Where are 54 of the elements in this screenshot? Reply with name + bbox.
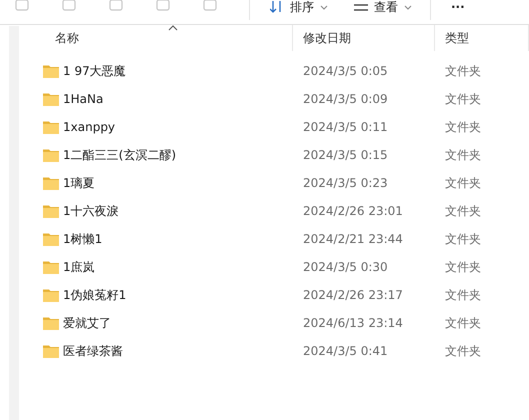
- view-button[interactable]: 查看: [346, 0, 420, 14]
- file-name[interactable]: 爱就艾了: [63, 314, 111, 332]
- file-type: 文件夹: [444, 90, 482, 108]
- file-name[interactable]: 医者绿茶酱: [63, 342, 123, 360]
- file-type: 文件夹: [444, 314, 482, 332]
- modified-date: 2024/3/5 0:41: [302, 344, 389, 358]
- column-header[interactable]: 名称: [28, 25, 293, 51]
- modified-date: 2024/2/26 23:17: [302, 288, 404, 302]
- modified-date: 2024/6/13 23:14: [302, 316, 404, 330]
- more-button[interactable]: ···: [443, 0, 473, 14]
- file-type: 文件夹: [444, 146, 482, 164]
- file-name[interactable]: 1十六夜淚: [63, 202, 119, 220]
- file-type: 文件夹: [444, 62, 482, 80]
- modified-date: 2024/3/5 0:15: [302, 148, 389, 162]
- modified-date: 2024/2/26 23:01: [302, 204, 404, 218]
- modified-date: 2024/3/5 0:30: [302, 260, 389, 274]
- folder-icon: [43, 232, 59, 246]
- file-name[interactable]: 1璃夏: [63, 174, 95, 192]
- folder-icon: [43, 344, 59, 358]
- caret-icon: [404, 4, 412, 10]
- folder-icon: [43, 64, 59, 78]
- lines-icon: [354, 2, 368, 12]
- folder-icon: [43, 288, 59, 302]
- folder-icon: [43, 148, 59, 162]
- file-type: 文件夹: [444, 342, 482, 360]
- file-name[interactable]: 1伪娘菟籽1: [63, 286, 126, 304]
- file-type: 文件夹: [444, 202, 482, 220]
- column-header[interactable]: 修改日期: [293, 25, 435, 51]
- folder-icon: [43, 176, 59, 190]
- modified-date: 2024/3/5 0:11: [302, 120, 389, 134]
- modified-date: 2024/3/5 0:09: [302, 92, 389, 106]
- file-type: 文件夹: [444, 174, 482, 192]
- file-type: 文件夹: [444, 258, 482, 276]
- file-name[interactable]: 1xanppy: [63, 120, 116, 134]
- modified-date: 2024/2/21 23:44: [302, 232, 404, 246]
- file-type: 文件夹: [444, 230, 482, 248]
- folder-icon: [43, 316, 59, 330]
- folder-icon: [43, 120, 59, 134]
- column-header[interactable]: 类型: [435, 25, 529, 51]
- caret-icon: [320, 4, 328, 10]
- modified-date: 2024/3/5 0:23: [302, 176, 389, 190]
- file-name[interactable]: 1HaNa: [63, 92, 104, 106]
- file-name[interactable]: 1 97大恶魔: [63, 62, 126, 80]
- scrollbar[interactable]: [9, 26, 19, 420]
- modified-date: 2024/3/5 0:05: [302, 64, 389, 78]
- folder-icon: [43, 92, 59, 106]
- folder-icon: [43, 204, 59, 218]
- file-type: 文件夹: [444, 286, 482, 304]
- file-type: 文件夹: [444, 118, 482, 136]
- file-name[interactable]: 1二酯三三(玄溟二醪): [63, 146, 176, 164]
- sort-button[interactable]: 排序: [262, 0, 336, 14]
- file-name[interactable]: 1庶岚: [63, 258, 95, 276]
- file-name[interactable]: 1树懒1: [63, 230, 102, 248]
- folder-icon: [43, 260, 59, 274]
